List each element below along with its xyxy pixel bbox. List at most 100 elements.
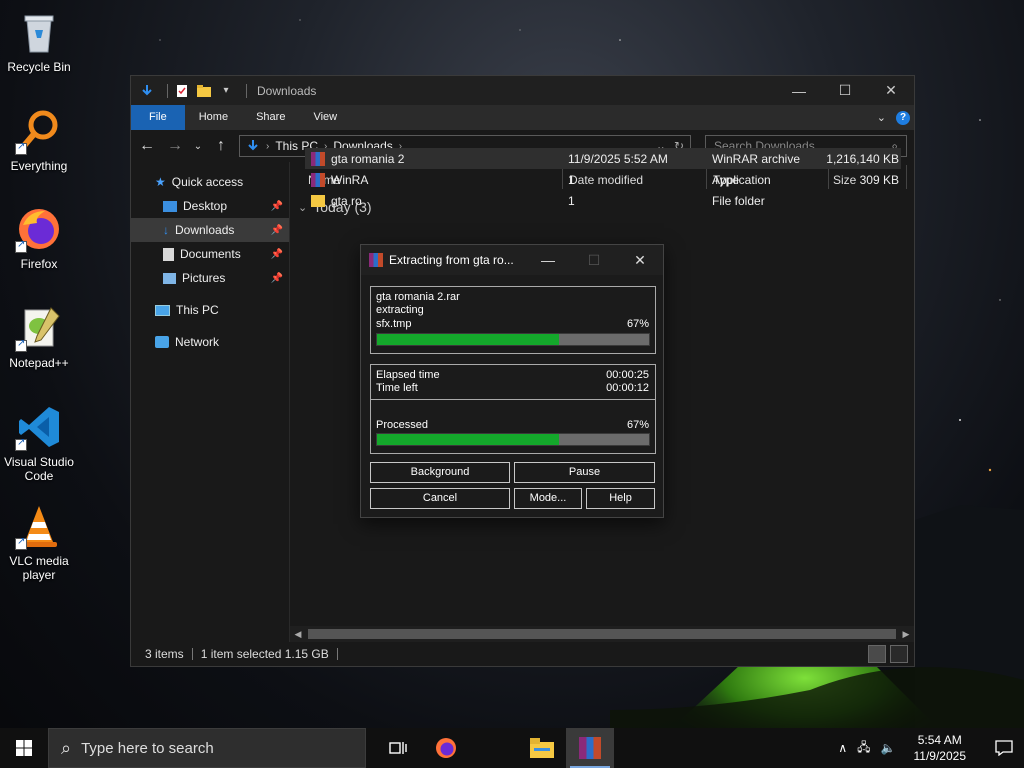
taskbar-search-placeholder: Type here to search	[81, 739, 214, 757]
pin-icon: 📌	[270, 200, 283, 212]
nav-this-pc[interactable]: This PC	[131, 298, 289, 322]
pin-icon: 📌	[270, 272, 283, 284]
tab-file[interactable]: File	[131, 105, 185, 130]
show-hidden-icons-button[interactable]: ∧	[838, 741, 847, 755]
desktop-icon-vscode[interactable]: Visual Studio Code	[0, 403, 78, 483]
ribbon-tabs: File Home Share View ⌄ ?	[131, 105, 914, 130]
dialog-title: Extracting from gta ro...	[389, 253, 514, 267]
file-name: WinRA	[331, 172, 369, 187]
elapsed-value: 00:00:25	[606, 369, 649, 381]
nav-downloads[interactable]: ↓ Downloads 📌	[131, 218, 289, 242]
file-type: Application	[712, 172, 771, 187]
recycle-bin-icon	[15, 8, 63, 56]
notification-center-button[interactable]	[984, 740, 1024, 756]
help-button[interactable]: Help	[586, 488, 655, 509]
desktop-icon-firefox[interactable]: Firefox	[0, 205, 78, 271]
file-progress-fill	[377, 334, 560, 345]
recent-locations-button[interactable]: ⌄	[193, 141, 203, 152]
new-folder-icon[interactable]	[196, 83, 212, 99]
expand-ribbon-icon[interactable]: ⌄	[877, 111, 886, 124]
forward-button[interactable]: →	[165, 137, 185, 155]
table-row[interactable]: gta ro 1 File folder	[305, 190, 901, 211]
nav-pictures[interactable]: Pictures 📌	[131, 266, 289, 290]
close-button[interactable]: ✕	[868, 76, 914, 105]
help-icon[interactable]: ?	[896, 110, 910, 125]
nav-documents[interactable]: Documents 📌	[131, 242, 289, 266]
shortcut-arrow-icon	[15, 437, 27, 451]
minimize-button[interactable]: —	[776, 76, 822, 105]
network-icon	[155, 336, 169, 348]
back-button[interactable]: ←	[137, 137, 157, 155]
elapsed-label: Elapsed time	[376, 369, 440, 381]
horizontal-scrollbar[interactable]: ◀ ▶	[290, 626, 914, 642]
nav-desktop[interactable]: Desktop 📌	[131, 194, 289, 218]
customize-toolbar-icon[interactable]: ▾	[218, 83, 234, 99]
status-item-count: 3 items	[145, 647, 184, 661]
nav-network[interactable]: Network	[131, 330, 289, 354]
start-button[interactable]	[0, 728, 48, 768]
cancel-button[interactable]: Cancel	[370, 488, 510, 509]
archive-name: gta romania 2.rar	[376, 291, 460, 303]
nav-label: Documents	[180, 247, 241, 261]
desktop-icon-label: VLC media player	[9, 554, 69, 582]
winrar-archive-icon	[311, 151, 325, 166]
network-icon[interactable]: 🖧	[857, 738, 870, 759]
scroll-right-icon[interactable]: ▶	[898, 629, 914, 640]
file-name: gta romania 2	[331, 151, 405, 166]
background-button[interactable]: Background	[370, 462, 510, 483]
processed-percent: 67%	[626, 419, 649, 431]
file-date: 1	[568, 193, 575, 208]
tab-view[interactable]: View	[299, 105, 351, 130]
taskbar-firefox[interactable]	[422, 728, 470, 768]
taskbar-search-box[interactable]: ⌕ Type here to search	[48, 728, 366, 768]
pause-button[interactable]: Pause	[514, 462, 655, 483]
nav-label: Network	[175, 335, 220, 349]
scroll-left-icon[interactable]: ◀	[290, 629, 306, 640]
clock-date: 11/9/2025	[913, 749, 967, 763]
properties-icon[interactable]	[174, 83, 190, 99]
notification-icon	[995, 740, 1013, 756]
dialog-close-button[interactable]: ✕	[617, 252, 663, 269]
taskbar-file-explorer[interactable]	[518, 728, 566, 768]
nav-label: Quick access	[171, 175, 244, 189]
clock[interactable]: 5:54 AM 11/9/2025	[906, 732, 975, 764]
desktop-icon-label: Notepad++	[9, 356, 69, 370]
shortcut-arrow-icon	[15, 536, 27, 550]
shortcut-arrow-icon	[15, 239, 27, 253]
documents-icon	[163, 247, 174, 261]
large-icons-view-button[interactable]	[890, 645, 908, 663]
processed-progress-bar	[376, 433, 650, 446]
desktop-icon-label: Visual Studio Code	[4, 455, 74, 483]
desktop-folder-icon	[163, 200, 177, 212]
task-view-button[interactable]	[374, 728, 422, 768]
taskbar-winrar[interactable]	[566, 728, 614, 768]
tab-share[interactable]: Share	[242, 105, 299, 130]
dialog-title-bar: Extracting from gta ro... — ☐ ✕	[361, 245, 663, 275]
file-size: 309 KB	[859, 172, 899, 187]
mode-button[interactable]: Mode...	[514, 488, 582, 509]
desktop-icon-notepadpp[interactable]: Notepad++	[0, 304, 78, 370]
shortcut-arrow-icon	[15, 338, 27, 352]
up-button[interactable]: ↑	[211, 137, 231, 155]
desktop-icon-label: Everything	[10, 159, 68, 173]
volume-muted-icon[interactable]: 🔈	[881, 741, 896, 755]
dialog-minimize-button[interactable]: —	[525, 252, 571, 269]
desktop-icon-recycle-bin[interactable]: Recycle Bin	[0, 8, 78, 74]
nav-quick-access[interactable]: ★ Quick access	[131, 170, 289, 194]
processed-progress-fill	[377, 434, 560, 445]
tab-home[interactable]: Home	[185, 105, 242, 130]
table-row[interactable]: WinRA 1 Application 309 KB	[305, 169, 901, 190]
desktop-icon-everything[interactable]: Everything	[0, 107, 78, 173]
time-left-label: Time left	[376, 382, 418, 394]
search-icon: ⌕	[61, 737, 72, 758]
details-view-button[interactable]	[868, 645, 886, 663]
processed-label: Processed	[376, 419, 428, 431]
dialog-maximize-button: ☐	[587, 251, 601, 268]
nav-label: Downloads	[175, 223, 235, 237]
clock-time: 5:54 AM	[917, 733, 962, 747]
scrollbar-thumb[interactable]	[308, 629, 896, 639]
table-row[interactable]: gta romania 2 11/9/2025 5:52 AM WinRAR a…	[305, 148, 901, 169]
maximize-button[interactable]: ☐	[822, 76, 868, 105]
desktop-icon-vlc[interactable]: VLC media player	[0, 502, 78, 582]
action-label: extracting	[376, 304, 424, 316]
